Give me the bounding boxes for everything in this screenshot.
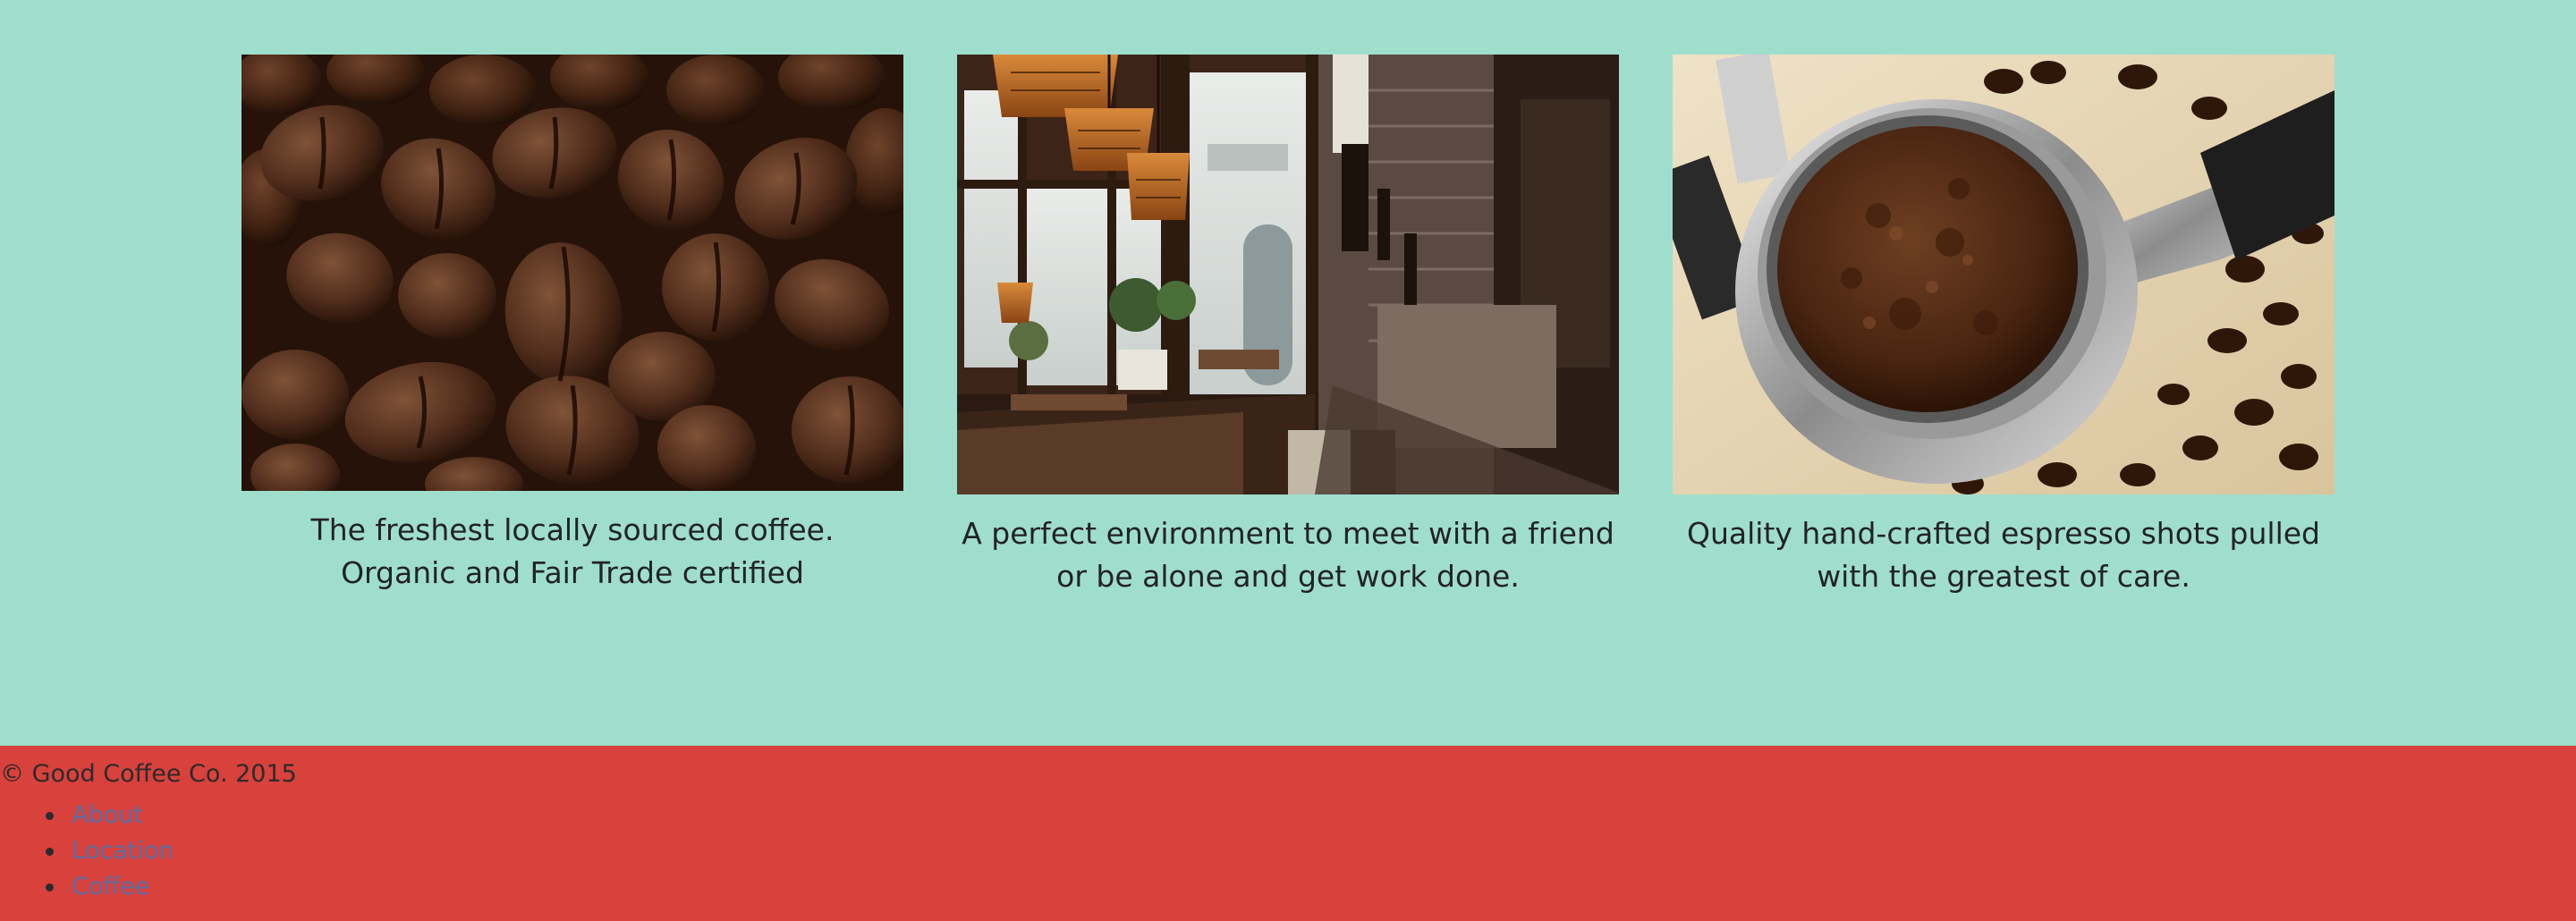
feature-card-beans: The freshest locally sourced coffee. Org… — [242, 55, 903, 595]
footer-nav-item-coffee: Coffee — [0, 869, 174, 905]
footer-link-coffee[interactable]: Coffee — [72, 873, 149, 900]
feature-card-espresso: Quality hand-crafted espresso shots pull… — [1673, 55, 2334, 598]
feature-card-cafe: A perfect environment to meet with a fri… — [957, 55, 1619, 598]
footer-nav: About Location Coffee — [0, 798, 174, 905]
site-footer: © Good Coffee Co. 2015 About Location Co… — [0, 746, 2576, 921]
copyright-text: © Good Coffee Co. 2015 — [0, 760, 297, 788]
bullet-icon — [46, 812, 54, 820]
bullet-icon — [46, 883, 54, 891]
footer-link-about[interactable]: About — [72, 801, 143, 829]
feature-caption: A perfect environment to meet with a fri… — [962, 516, 1614, 594]
feature-caption: Quality hand-crafted espresso shots pull… — [1687, 516, 2320, 594]
footer-link-location[interactable]: Location — [72, 837, 174, 865]
footer-nav-item-location: Location — [0, 833, 174, 869]
cafe-interior-photo — [957, 55, 1619, 494]
bullet-icon — [46, 848, 54, 856]
coffee-beans-photo — [242, 55, 903, 491]
feature-caption: The freshest locally sourced coffee. Org… — [310, 512, 835, 590]
espresso-portafilter-photo — [1673, 55, 2334, 494]
footer-nav-item-about: About — [0, 798, 174, 833]
features-section: The freshest locally sourced coffee. Org… — [0, 0, 2576, 746]
